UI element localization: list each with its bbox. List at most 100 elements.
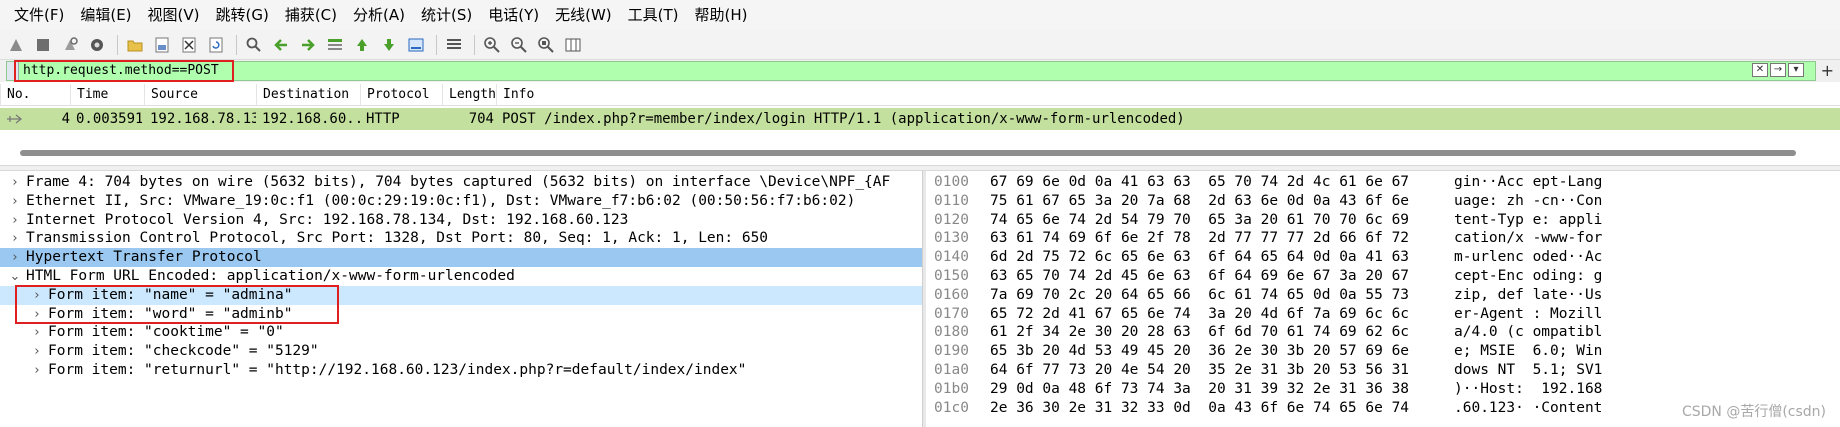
hex-dump-line[interactable]: 0180 61 2f 34 2e 30 20 28 63 6f 6d 70 61 … xyxy=(928,323,1840,342)
display-filter-field[interactable] xyxy=(6,61,1816,81)
hex-ascii: .60.123· ·Content xyxy=(1454,399,1603,416)
hex-ascii: )··Host: 192.168 xyxy=(1454,380,1603,397)
column-header-info[interactable]: Info xyxy=(496,84,534,106)
menu-item-9[interactable]: 工具(T) xyxy=(620,0,687,30)
hex-ascii: m-urlenc oded··Ac xyxy=(1454,249,1603,266)
collapsed-chevron-right-icon[interactable]: › xyxy=(8,248,22,267)
tree-node-http[interactable]: › Hypertext Transfer Protocol xyxy=(0,248,922,268)
collapsed-chevron-right-icon[interactable]: › xyxy=(8,173,22,192)
close-file-icon[interactable] xyxy=(177,33,201,57)
packet-cell-no: 4 xyxy=(61,111,70,127)
column-header-no[interactable]: No. xyxy=(0,84,30,106)
tree-node-form-item-checkcode[interactable]: › Form item: "checkcode" = "5129" xyxy=(0,342,922,361)
hex-ascii: er-Agent : Mozill xyxy=(1454,305,1603,322)
hex-ascii: cept-Enc oding: g xyxy=(1454,268,1603,284)
hex-dump-line[interactable]: 0100 67 69 6e 0d 0a 41 63 63 65 70 74 2d … xyxy=(928,173,1840,192)
menu-item-3[interactable]: 跳转(G) xyxy=(208,0,277,30)
back-arrow-icon[interactable] xyxy=(269,33,293,57)
hex-dump-line[interactable]: 0150 63 65 70 74 2d 45 6e 63 6f 64 69 6e … xyxy=(928,267,1840,286)
hex-bytes: 63 65 70 74 2d 45 6e 63 6f 64 69 6e 67 3… xyxy=(990,268,1410,284)
clear-filter-icon[interactable]: ✕ xyxy=(1752,63,1768,77)
tree-node-html-form[interactable]: ⌄ HTML Form URL Encoded: application/x-ww… xyxy=(0,267,922,286)
resize-columns-icon[interactable] xyxy=(561,33,585,57)
packet-list-horizontal-scrollbar[interactable] xyxy=(20,150,1796,156)
menu-item-6[interactable]: 统计(S) xyxy=(413,0,480,30)
first-packet-icon[interactable] xyxy=(350,33,374,57)
options-gear-icon[interactable] xyxy=(85,33,109,57)
menu-item-5[interactable]: 分析(A) xyxy=(345,0,413,30)
filter-controls: ✕ → ▾ xyxy=(1752,63,1804,77)
tree-node-ipv4[interactable]: › Internet Protocol Version 4, Src: 192.1… xyxy=(0,211,922,230)
hex-off: 0100 xyxy=(934,174,969,190)
forward-arrow-icon[interactable] xyxy=(296,33,320,57)
reload-icon[interactable] xyxy=(204,33,228,57)
hex-dump-line[interactable]: 01a0 64 6f 77 73 20 4e 54 20 35 2e 31 3b … xyxy=(928,361,1840,380)
hex-off: 01b0 xyxy=(934,380,969,397)
toolbar-separator xyxy=(436,34,437,55)
hex-bytes: 75 61 67 65 3a 20 7a 68 2d 63 6e 0d 0a 4… xyxy=(990,192,1410,209)
add-filter-button-plus-icon[interactable]: + xyxy=(1821,60,1834,82)
hex-dump-line[interactable]: 0140 6d 2d 75 72 6c 65 6e 63 6f 64 65 64 … xyxy=(928,248,1840,267)
open-folder-icon[interactable] xyxy=(123,33,147,57)
menu-item-7[interactable]: 电话(Y) xyxy=(480,0,547,30)
details-bytes-splitter[interactable] xyxy=(922,171,926,427)
collapsed-chevron-right-icon[interactable]: › xyxy=(8,229,22,248)
tree-node-tcp[interactable]: › Transmission Control Protocol, Src Port… xyxy=(0,229,922,248)
save-file-icon[interactable] xyxy=(150,33,174,57)
hex-dump-line[interactable]: 0110 75 61 67 65 3a 20 7a 68 2d 63 6e 0d … xyxy=(928,192,1840,211)
request-arrow-icon xyxy=(6,112,24,126)
tree-node-frame[interactable]: › Frame 4: 704 bytes on wire (5632 bits),… xyxy=(0,173,922,192)
menu-item-10[interactable]: 帮助(H) xyxy=(687,0,756,30)
apply-filter-icon[interactable]: → xyxy=(1770,63,1786,77)
zoom-out-icon[interactable] xyxy=(507,33,531,57)
packet-cell-length: 704 xyxy=(468,111,494,127)
display-filter-bar: ✕ → ▾ + xyxy=(0,60,1840,82)
hex-dump-line[interactable]: 0120 74 65 6e 74 2d 54 79 70 65 3a 20 61 … xyxy=(928,211,1840,230)
last-packet-icon[interactable] xyxy=(377,33,401,57)
display-filter-input[interactable] xyxy=(23,62,1723,80)
menu-item-8[interactable]: 无线(W) xyxy=(547,0,620,30)
shark-fin-start-icon[interactable] xyxy=(4,33,28,57)
filter-annotation-box xyxy=(14,60,234,82)
tree-node-label: Transmission Control Protocol, Src Port:… xyxy=(26,230,769,247)
restart-icon[interactable] xyxy=(58,33,82,57)
hex-bytes: 65 3b 20 4d 53 49 45 20 36 2e 30 3b 20 5… xyxy=(990,343,1410,360)
column-header-protocol[interactable]: Protocol xyxy=(360,84,430,106)
menu-item-0[interactable]: 文件(F) xyxy=(6,0,72,30)
expanded-chevron-down-icon[interactable]: ⌄ xyxy=(8,267,22,286)
hex-bytes: 7a 69 70 2c 20 64 65 66 6c 61 74 65 0d 0… xyxy=(990,286,1410,303)
menu-bar: 文件(F) 编辑(E) 视图(V) 跳转(G) 捕获(C) 分析(A) 统计(S) 电话(Y)… xyxy=(0,0,1840,30)
column-header-length[interactable]: Length xyxy=(442,84,496,106)
recent-filters-chevron-down-icon[interactable]: ▾ xyxy=(1788,63,1804,77)
find-icon[interactable] xyxy=(242,33,266,57)
collapsed-chevron-right-icon[interactable]: › xyxy=(30,342,44,361)
zoom-in-icon[interactable] xyxy=(480,33,504,57)
packet-cell-info: POST /index.php?r=member/index/login HTT… xyxy=(502,111,1185,127)
go-to-packet-icon[interactable] xyxy=(323,33,347,57)
colorize-icon[interactable] xyxy=(442,33,466,57)
tree-node-form-item-cooktime[interactable]: › Form item: "cooktime" = "0" xyxy=(0,323,922,342)
menu-item-2[interactable]: 视图(V) xyxy=(140,0,208,30)
hex-bytes: 63 61 74 69 6f 6e 2f 78 2d 77 77 77 2d 6… xyxy=(990,230,1410,247)
collapsed-chevron-right-icon[interactable]: › xyxy=(30,323,44,342)
menu-item-1[interactable]: 编辑(E) xyxy=(72,0,139,30)
packet-row[interactable]: 40.003591192.168.78.134192.168.60...HTTP… xyxy=(0,108,1840,130)
autoscroll-icon[interactable] xyxy=(404,33,428,57)
hex-off: 0140 xyxy=(934,249,969,266)
stop-icon[interactable] xyxy=(31,33,55,57)
hex-dump-line[interactable]: 0190 65 3b 20 4d 53 49 45 20 36 2e 30 3b … xyxy=(928,342,1840,361)
column-header-source[interactable]: Source xyxy=(144,84,198,106)
hex-dump-line[interactable]: 0170 65 72 2d 41 67 65 6e 74 3a 20 4d 6f … xyxy=(928,305,1840,324)
column-header-time[interactable]: Time xyxy=(70,84,108,106)
collapsed-chevron-right-icon[interactable]: › xyxy=(8,211,22,230)
menu-item-4[interactable]: 捕获(C) xyxy=(277,0,345,30)
hex-dump-line[interactable]: 01b0 29 0d 0a 48 6f 73 74 3a 20 31 39 32 … xyxy=(928,380,1840,399)
zoom-reset-icon[interactable] xyxy=(534,33,558,57)
tree-node-form-item-returnurl[interactable]: › Form item: "returnurl" = "http://192.16… xyxy=(0,361,922,380)
collapsed-chevron-right-icon[interactable]: › xyxy=(30,361,44,380)
hex-dump-line[interactable]: 0130 63 61 74 69 6f 6e 2f 78 2d 77 77 77 … xyxy=(928,229,1840,248)
hex-dump-line[interactable]: 0160 7a 69 70 2c 20 64 65 66 6c 61 74 65 … xyxy=(928,286,1840,305)
collapsed-chevron-right-icon[interactable]: › xyxy=(8,192,22,211)
column-header-destination[interactable]: Destination xyxy=(256,84,349,106)
tree-node-ethernet[interactable]: › Ethernet II, Src: VMware_19:0c:f1 (00:0… xyxy=(0,192,922,211)
